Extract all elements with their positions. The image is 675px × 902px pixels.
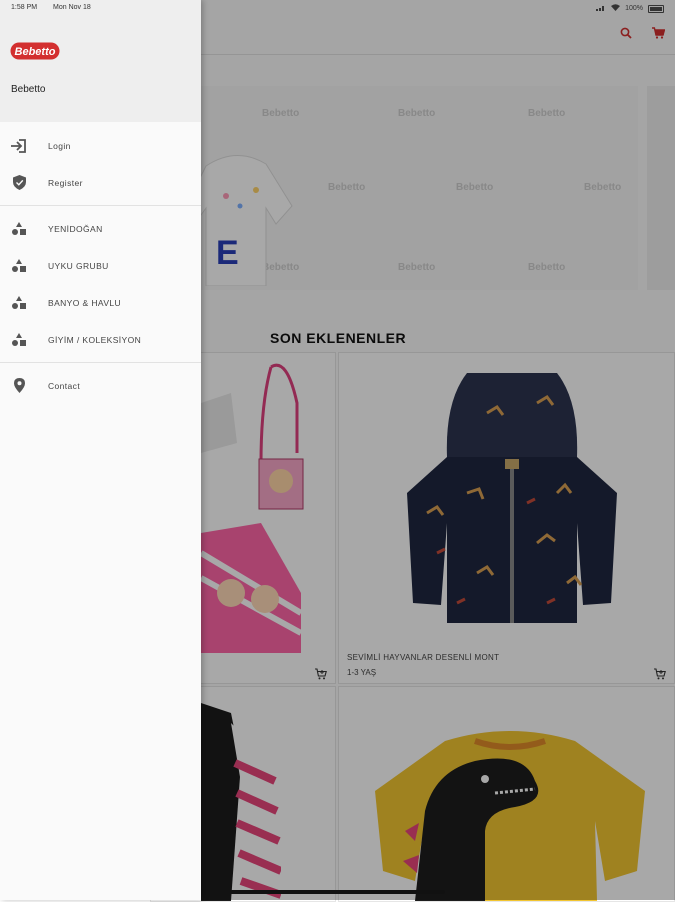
brand-logo-text: Bebetto [15,46,56,58]
battery-percentage: 100% [625,5,643,12]
menu-item-label: BANYO & HAVLU [48,297,122,308]
menu-item-category-banyo-havlu[interactable]: BANYO & HAVLU [0,284,201,321]
category-icon [11,258,27,274]
menu-item-label: UYKU GRUBU [48,260,109,271]
status-bar: 1:58 PM Mon Nov 18 100% [0,0,675,16]
login-icon [11,138,27,154]
menu-item-category-giyim-koleksiyon[interactable]: GİYİM / KOLEKSİYON [0,321,201,358]
menu-item-label: Contact [48,380,81,391]
drawer-header: Bebetto Bebetto [0,0,201,122]
menu-divider [0,362,201,363]
drawer-user-name: Bebetto [11,84,46,95]
category-icon [11,221,27,237]
menu-item-label: Login [48,140,71,151]
home-indicator[interactable] [230,890,445,894]
menu-item-register[interactable]: Register [0,164,201,201]
navigation-drawer: Bebetto Bebetto Login Register YENİDOĞAN [0,0,201,900]
signal-icon [596,5,606,13]
wifi-icon [611,4,621,13]
menu-item-label: YENİDOĞAN [48,223,103,234]
drawer-menu: Login Register YENİDOĞAN UYKU GRUBU BANY… [0,122,201,404]
menu-item-contact[interactable]: Contact [0,367,201,404]
menu-item-login[interactable]: Login [0,127,201,164]
menu-divider [0,205,201,206]
category-icon [11,332,27,348]
menu-item-label: Register [48,177,83,188]
shield-check-icon [11,175,27,191]
menu-item-category-yenidogan[interactable]: YENİDOĞAN [0,210,201,247]
category-icon [11,295,27,311]
status-date: Mon Nov 18 [53,4,91,11]
battery-icon [648,4,664,13]
status-time: 1:58 PM [11,4,38,11]
brand-logo: Bebetto [10,42,60,65]
menu-item-category-uyku-grubu[interactable]: UYKU GRUBU [0,247,201,284]
location-pin-icon [11,378,27,394]
menu-item-label: GİYİM / KOLEKSİYON [48,334,142,345]
